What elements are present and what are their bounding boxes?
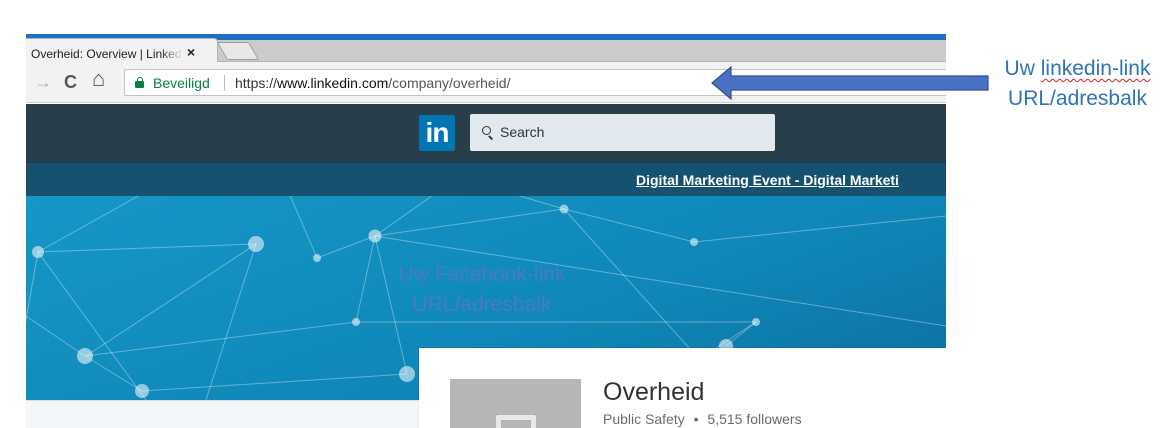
url-host: www.linkedin.com (277, 75, 389, 91)
callout-line-2: URL/adresbalk (1008, 87, 1147, 110)
url-text[interactable]: https://www.linkedin.com/company/overhei… (235, 75, 510, 91)
company-followers: 5,515 followers (707, 411, 802, 427)
address-separator (224, 75, 225, 91)
url-path: /company/overheid/ (388, 75, 511, 91)
search-icon (482, 126, 494, 140)
forward-arrow-icon[interactable]: → (34, 72, 52, 92)
meta-separator: • (693, 411, 699, 427)
search-input[interactable]: Search (470, 114, 775, 151)
company-name: Overheid (603, 378, 705, 406)
lock-icon (135, 77, 144, 88)
overlay-annotation: Uw Facebook-link URL/adresbalk (382, 260, 582, 320)
callout-arrow-shape (711, 66, 989, 100)
callout-line-1: Uw linkedin-link (1004, 57, 1151, 80)
callout-arrow-icon (711, 66, 989, 100)
tab-close-icon[interactable]: × (187, 44, 195, 60)
linkedin-header: in Search (26, 104, 946, 162)
url-scheme: https:// (235, 75, 278, 91)
search-placeholder: Search (500, 124, 545, 140)
company-card: Overheid Public Safety • 5,515 followers (419, 348, 946, 428)
company-placeholder-icon (496, 415, 536, 428)
callout-misspelled-word: linkedin-link (1040, 57, 1151, 80)
left-panel (26, 400, 418, 428)
tab-strip: i Overheid: Overview | LinkedIn × (26, 34, 946, 62)
promo-banner: Digital Marketing Event - Digital Market… (26, 162, 946, 196)
linkedin-logo[interactable]: in (419, 115, 455, 151)
overlay-line-2: URL/adresbalk (412, 293, 552, 316)
company-industry: Public Safety (603, 411, 685, 427)
callout-annotation: Uw linkedin-link URL/adresbalk (985, 54, 1170, 114)
tab-active[interactable]: i Overheid: Overview | LinkedIn × (26, 38, 218, 62)
company-logo (450, 379, 581, 428)
tab-strip-empty-area (216, 40, 946, 62)
overlay-line-1: Uw Facebook-link (398, 263, 566, 286)
promo-banner-link[interactable]: Digital Marketing Event - Digital Market… (636, 172, 899, 188)
tab-title: Overheid: Overview | LinkedIn (31, 47, 183, 61)
home-icon[interactable]: ⌂ (92, 68, 105, 90)
reload-icon[interactable]: C (64, 72, 77, 92)
company-meta: Public Safety • 5,515 followers (603, 411, 802, 427)
secure-label: Beveiligd (153, 75, 210, 91)
